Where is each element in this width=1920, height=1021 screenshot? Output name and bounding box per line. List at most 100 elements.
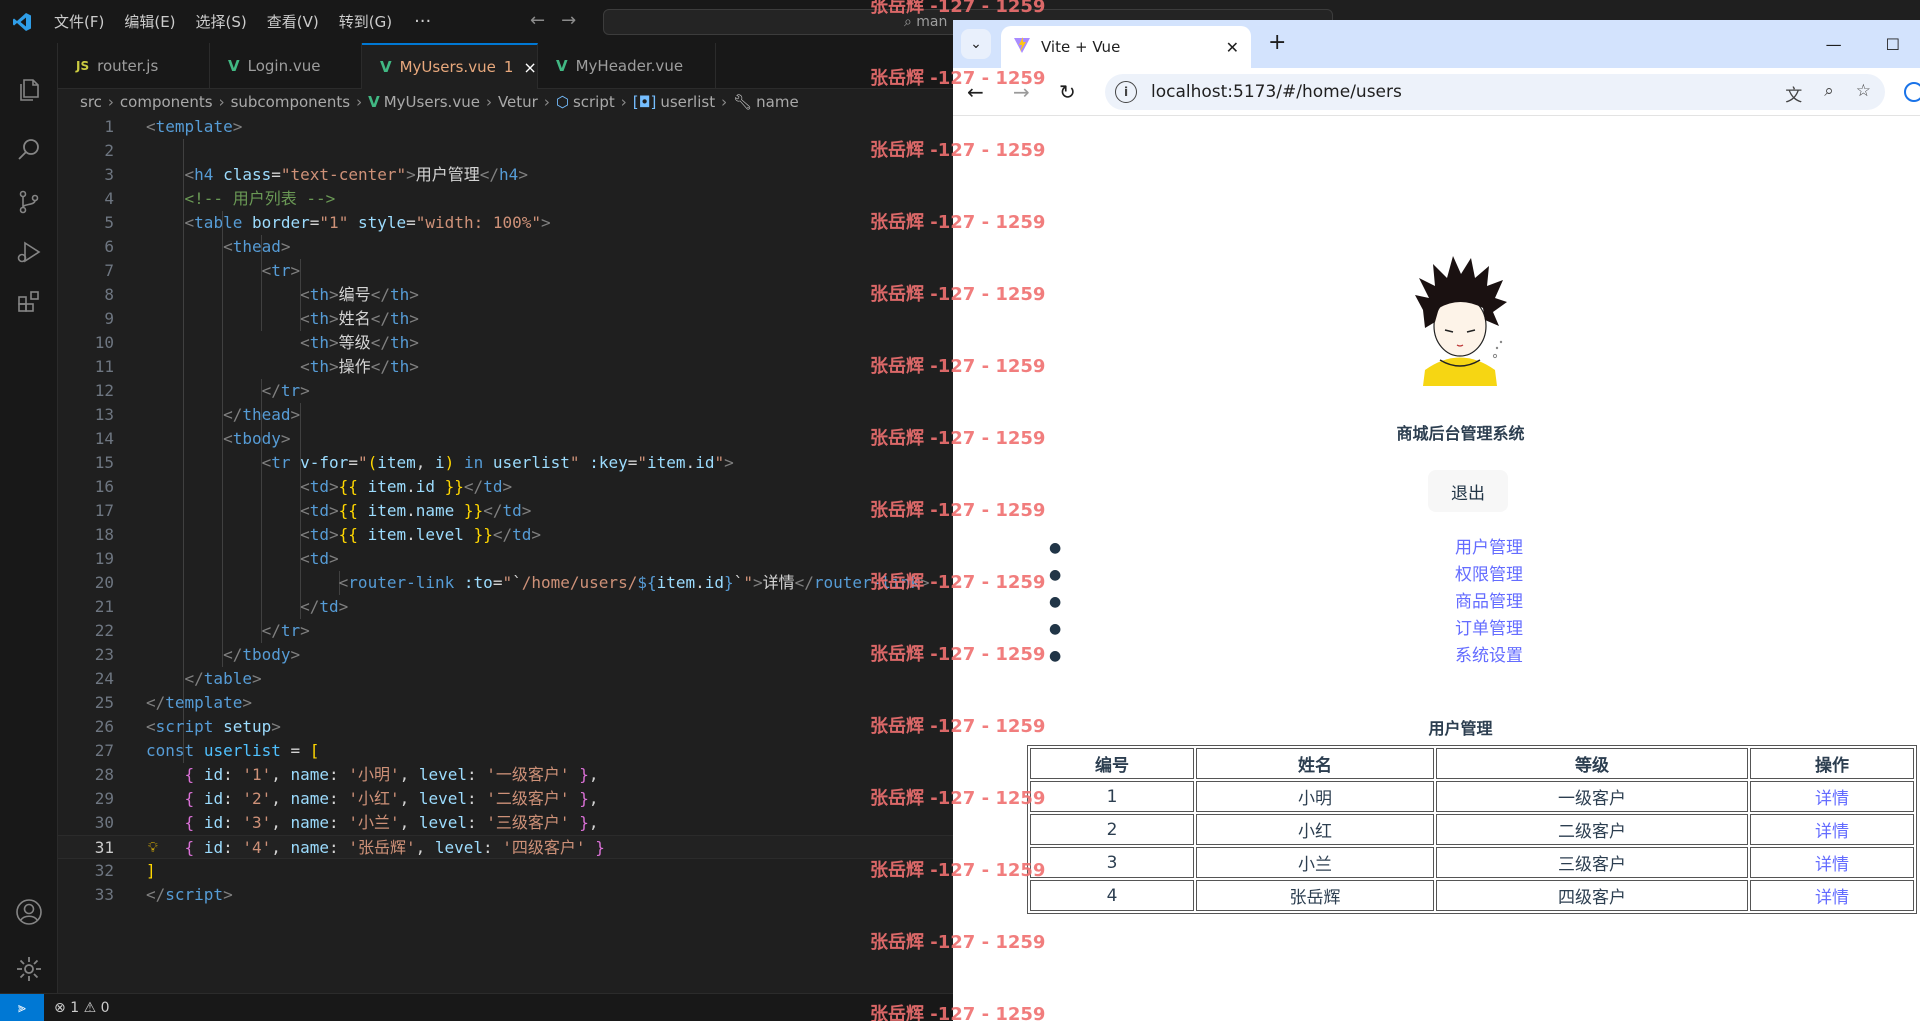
detail-link[interactable]: 详情 [1815,855,1849,875]
nav-link-settings[interactable]: 系统设置 [1455,643,1523,670]
code-line: 15 <tr v-for="(item, i) in userlist" :ke… [94,453,734,472]
new-tab-icon[interactable]: + [1268,30,1286,55]
breadcrumb-item[interactable]: name [756,93,799,111]
editor-tabs: JS router.js V Login.vue V MyUsers.vue 1… [58,43,953,89]
code-line: 4 <!-- 用户列表 --> [104,189,336,208]
tab-myusers-vue[interactable]: V MyUsers.vue 1 × [362,43,538,89]
users-table: 编号 姓名 等级 操作 1 小明 一级客户 详情 2 小红 二级客户 详情 3 … [1027,745,1917,914]
nav-link-rights[interactable]: 权限管理 [1455,562,1523,589]
search-icon[interactable] [0,121,58,179]
vue-file-icon: V [380,58,392,76]
table-row: 2 小红 二级客户 详情 [1030,814,1914,845]
breadcrumb-item[interactable]: src [80,93,102,111]
nav-link-orders[interactable]: 订单管理 [1455,616,1523,643]
site-info-icon[interactable]: i [1115,81,1137,103]
watermark: 张岳辉 -127 - 1259 [870,212,1046,233]
code-line: 13 </thead> [94,405,301,424]
explorer-icon[interactable] [0,61,58,119]
breadcrumb-item[interactable]: MyUsers.vue [384,93,480,111]
profile-avatar-icon[interactable] [1904,82,1920,102]
warning-count: 0 [100,999,110,1016]
code-line: 9 <th>姓名</th> [104,309,419,328]
breadcrumb-item[interactable]: Vetur [498,93,538,111]
extensions-icon[interactable] [0,273,58,331]
tab-router-js[interactable]: JS router.js [58,43,210,89]
problems-indicator[interactable]: ⊗ 1 ⚠ 0 [54,1000,110,1016]
cell-name: 小红 [1196,814,1434,845]
activity-bar [0,43,58,993]
menu-go[interactable]: 转到(G) [329,11,402,32]
minimize-icon[interactable]: — [1826,35,1842,54]
breadcrumb-item[interactable]: script [573,93,615,111]
logout-button[interactable]: 退出 [1428,470,1508,512]
table-row: 1 小明 一级客户 详情 [1030,781,1914,812]
watermark: 张岳辉 -127 - 1259 [870,0,1046,17]
forward-arrow-icon[interactable]: → [561,10,576,31]
watermark: 张岳辉 -127 - 1259 [870,356,1046,377]
tab-login-vue[interactable]: V Login.vue [210,43,362,89]
code-line: 32] [94,861,156,880]
code-line: 12 </tr> [94,381,310,400]
code-line: 17 <td>{{ item.name }}</td> [94,501,532,520]
zoom-icon[interactable]: ⌕ [1824,81,1834,106]
browser-window: ⌄ Vite + Vue ✕ + — ☐ ← → ↻ i localhost:5… [953,20,1920,1021]
nav-menu: ● 用户管理 ● 权限管理 ● 商品管理 ● 订单管理 ● 系统设置 [953,535,1920,670]
bookmark-star-icon[interactable]: ☆ [1856,81,1871,106]
cell-name: 小明 [1196,781,1434,812]
code-line: 11 <th>操作</th> [94,357,419,376]
tab-myheader-vue[interactable]: V MyHeader.vue [538,43,716,89]
column-header: 等级 [1436,748,1748,779]
remote-icon[interactable]: ⫸ [0,993,44,1021]
breadcrumb-item[interactable]: components [120,93,213,111]
code-editor[interactable]: 1 <template> 2 3 <h4 class="text-center">… [58,115,953,993]
menu-view[interactable]: 查看(V) [257,11,329,32]
menu-more-icon[interactable]: ··· [402,11,443,32]
browser-toolbar: ← → ↻ i localhost:5173/#/home/users ⽂ ⌕ … [953,68,1920,116]
tab-label: router.js [97,57,159,75]
address-bar[interactable]: i localhost:5173/#/home/users ⽂ ⌕ ☆ [1105,74,1885,110]
nav-link-users[interactable]: 用户管理 [1455,535,1523,562]
back-arrow-icon[interactable]: ← [530,10,545,31]
detail-link[interactable]: 详情 [1815,822,1849,842]
js-file-icon: JS [76,59,90,73]
code-line: 8 <th>编号</th> [104,285,419,304]
maximize-icon[interactable]: ☐ [1886,35,1900,54]
close-tab-icon[interactable]: ✕ [1226,38,1239,57]
column-header: 编号 [1030,748,1194,779]
detail-link[interactable]: 详情 [1815,888,1849,908]
watermark: 张岳辉 -127 - 1259 [870,428,1046,449]
cell-level: 一级客户 [1436,781,1748,812]
watermark: 张岳辉 -127 - 1259 [870,284,1046,305]
nav-link-goods[interactable]: 商品管理 [1455,589,1523,616]
browser-tab[interactable]: Vite + Vue ✕ [1001,26,1251,68]
vite-favicon-icon [1013,36,1031,58]
watermark: 张岳辉 -127 - 1259 [870,500,1046,521]
translate-icon[interactable]: ⽂ [1785,81,1802,106]
menu-selection[interactable]: 选择(S) [186,11,257,32]
detail-link[interactable]: 详情 [1815,789,1849,809]
error-count: 1 [70,999,80,1016]
account-icon[interactable] [0,883,58,941]
error-icon: ⊗ [54,999,66,1016]
watermark: 张岳辉 -127 - 1259 [870,860,1046,881]
tab-label: Login.vue [247,57,321,75]
menu-edit[interactable]: 编辑(E) [114,11,185,32]
breadcrumb-item[interactable]: userlist [660,93,715,111]
url-text: localhost:5173/#/home/users [1151,82,1402,102]
tab-label: MyUsers.vue [399,58,496,76]
close-tab-icon[interactable]: × [523,58,536,77]
watermark: 张岳辉 -127 - 1259 [870,68,1046,89]
code-line: 22 </tr> [94,621,310,640]
menu-file[interactable]: 文件(F) [44,11,114,32]
reload-icon[interactable]: ↻ [1059,80,1076,104]
breadcrumb-item[interactable]: subcomponents [231,93,351,111]
tab-search-icon[interactable]: ⌄ [961,29,991,59]
code-line: 16 <td>{{ item.id }}</td> [94,477,513,496]
vue-file-icon: V [556,57,568,75]
code-line-current: 31 💡︎ { id: '4', name: '张岳辉', level: '四级客… [58,835,953,859]
vue-file-icon: V [368,93,380,111]
watermark: 张岳辉 -127 - 1259 [870,788,1046,809]
settings-gear-icon[interactable] [0,940,58,998]
cell-action: 详情 [1750,880,1914,911]
warning-icon: ⚠ [83,999,97,1016]
